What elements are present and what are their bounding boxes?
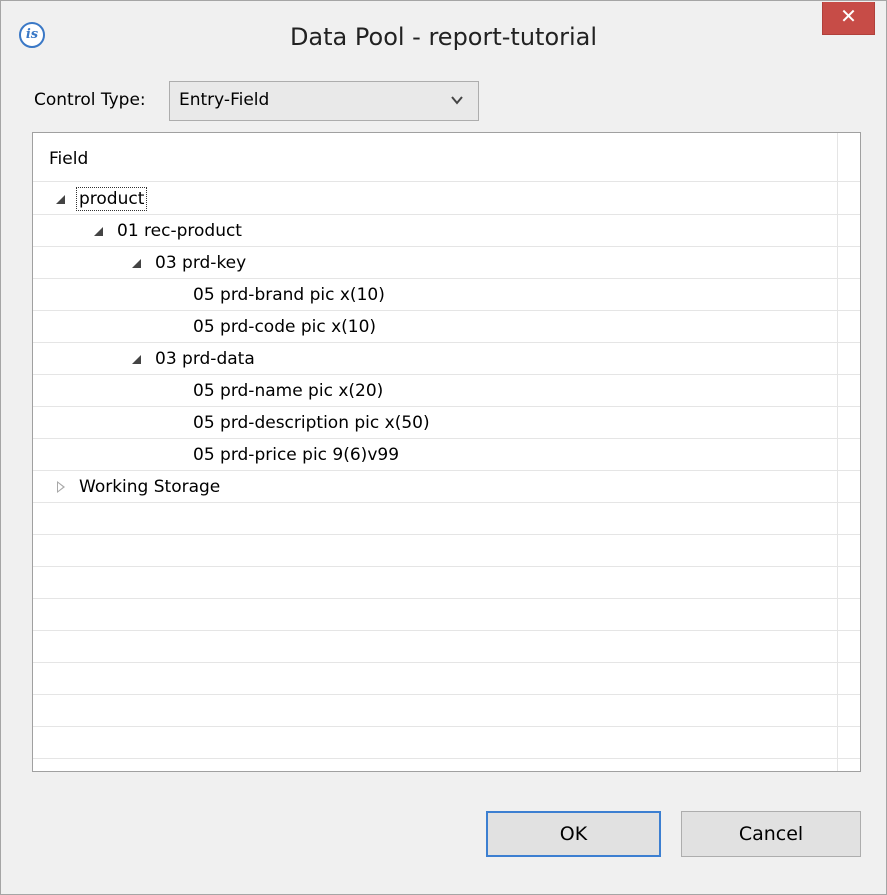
tree-row[interactable]: product <box>33 183 860 215</box>
tree-node-label: 05 prd-description pic x(50) <box>193 412 430 433</box>
table-header: Field <box>33 133 860 182</box>
tree-row[interactable]: 03 prd-data <box>33 343 860 375</box>
tree-row[interactable]: 01 rec-product <box>33 215 860 247</box>
ok-button[interactable]: OK <box>486 811 661 857</box>
tree-row[interactable]: 05 prd-name pic x(20) <box>33 375 860 407</box>
tree-row-content: 05 prd-name pic x(20) <box>191 375 385 406</box>
control-type-label: Control Type: <box>34 90 146 110</box>
tree-collapsed-icon[interactable] <box>55 480 67 493</box>
empty-row <box>33 759 860 771</box>
empty-row <box>33 503 860 535</box>
tree-row-content: 01 rec-product <box>93 215 244 246</box>
close-button[interactable]: ✕ <box>822 2 875 35</box>
tree-node-label: 05 prd-price pic 9(6)v99 <box>193 444 400 465</box>
tree-row[interactable]: 05 prd-description pic x(50) <box>33 407 860 439</box>
control-type-value: Entry-Field <box>179 90 270 110</box>
tree-expanded-icon[interactable] <box>131 353 143 365</box>
tree-node-label: Working Storage <box>79 476 221 497</box>
tree-row[interactable]: 03 prd-key <box>33 247 860 279</box>
tree-node-label: 05 prd-name pic x(20) <box>193 380 384 401</box>
tree-node-label: 01 rec-product <box>117 220 242 241</box>
empty-row <box>33 695 860 727</box>
tree-expanded-icon[interactable] <box>131 257 143 269</box>
tree-node-label: 03 prd-key <box>155 252 247 273</box>
empty-row <box>33 727 860 759</box>
empty-row <box>33 535 860 567</box>
tree-row-content: product <box>55 183 148 214</box>
field-tree-table[interactable]: Field product 01 rec-product 03 prd-key 05 … <box>32 132 861 772</box>
tree-row-content: 05 prd-code pic x(10) <box>191 311 378 342</box>
data-pool-dialog: is Data Pool - report-tutorial ✕ Control… <box>0 0 887 895</box>
tree-node-label: 05 prd-brand pic x(10) <box>193 284 385 305</box>
empty-row <box>33 663 860 695</box>
tree-expanded-icon[interactable] <box>93 225 105 237</box>
tree-row-content: Working Storage <box>55 471 222 502</box>
column-header-field[interactable]: Field <box>49 149 88 169</box>
window-title: Data Pool - report-tutorial <box>289 23 598 51</box>
tree-row[interactable]: 05 prd-code pic x(10) <box>33 311 860 343</box>
tree-node-label: product <box>75 186 148 211</box>
tree-row-content: 05 prd-brand pic x(10) <box>191 279 387 310</box>
empty-row <box>33 631 860 663</box>
tree-row[interactable]: 05 prd-price pic 9(6)v99 <box>33 439 860 471</box>
empty-row <box>33 599 860 631</box>
tree-node-label: 05 prd-code pic x(10) <box>193 316 377 337</box>
control-type-select[interactable]: Entry-Field <box>169 81 479 121</box>
chevron-down-icon <box>451 96 463 105</box>
tree-expanded-icon[interactable] <box>55 193 67 205</box>
tree-row-content: 03 prd-data <box>131 343 257 374</box>
tree-row[interactable]: Working Storage <box>33 471 860 503</box>
tree-row-content: 05 prd-description pic x(50) <box>191 407 432 438</box>
tree-row-content: 03 prd-key <box>131 247 248 278</box>
tree-node-label: 03 prd-data <box>155 348 255 369</box>
title-bar: is Data Pool - report-tutorial ✕ <box>1 1 886 74</box>
empty-row <box>33 567 860 599</box>
tree-row[interactable]: 05 prd-brand pic x(10) <box>33 279 860 311</box>
cancel-button[interactable]: Cancel <box>681 811 861 857</box>
tree-rows: product 01 rec-product 03 prd-key 05 prd-br… <box>33 183 860 771</box>
tree-row-content: 05 prd-price pic 9(6)v99 <box>191 439 401 470</box>
